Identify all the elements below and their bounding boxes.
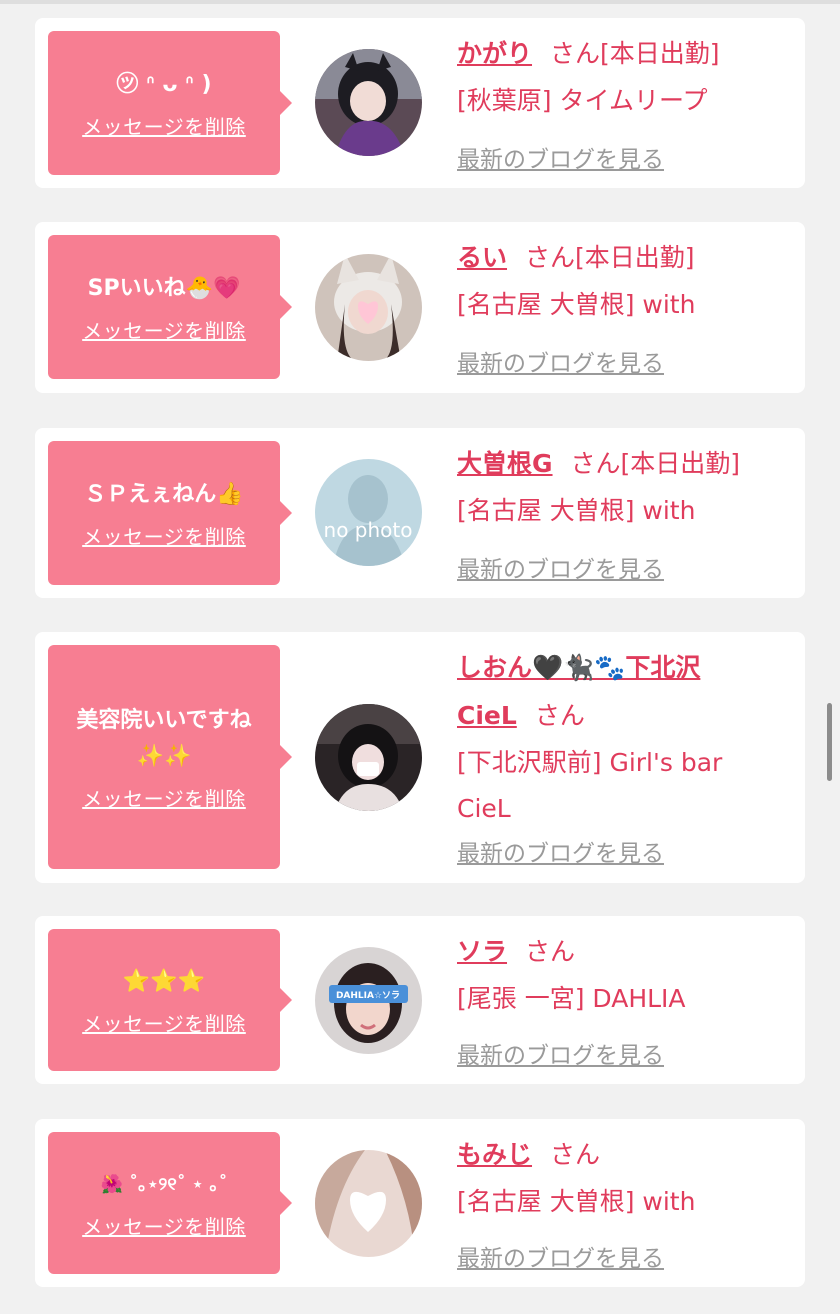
latest-blog-link[interactable]: 最新のブログを見る [457, 1036, 664, 1070]
favorite-card: ⭐⭐⭐ メッセージを削除 DAHLIA☆ソラ ソラ さん [尾張 一宮] DAHL… [35, 916, 805, 1084]
top-edge [0, 0, 840, 4]
shop-text: [名古屋 大曽根] with [457, 1187, 696, 1216]
girl-info: るい さん[本日出勤] [名古屋 大曽根] with [457, 234, 797, 328]
shop-text: [名古屋 大曽根] with [457, 496, 696, 525]
message-text: ㋡ ᐢ ᴗ ᐢ ) [116, 71, 212, 97]
status-text: [本日出勤] [600, 39, 720, 68]
favorite-card: 🌺 ˚｡⋆୨୧˚ ⋆ ｡˚ メッセージを削除 もみじ さん [名古屋 大曽根] w… [35, 1119, 805, 1287]
girl-info: かがり さん[本日出勤] [秋葉原] タイムリープ [457, 30, 797, 124]
favorite-card: ㋡ ᐢ ᴗ ᐢ ) メッセージを削除 かがり さん[本日出勤] [秋葉原] タイム… [35, 18, 805, 188]
delete-message-link[interactable]: メッセージを削除 [82, 315, 246, 344]
latest-blog-link[interactable]: 最新のブログを見る [457, 1239, 664, 1273]
message-text: SPいいね🐣💗 [87, 275, 241, 301]
honorific: さん [550, 39, 601, 68]
girl-name-link[interactable]: かがり [457, 39, 532, 68]
girl-name-link[interactable]: ソラ [457, 937, 507, 966]
girl-name-link[interactable]: るい [457, 243, 507, 272]
delete-message-link[interactable]: メッセージを削除 [82, 1008, 246, 1037]
message-text: 美容院いいですね✨✨ [76, 707, 252, 769]
delete-message-link[interactable]: メッセージを削除 [82, 521, 246, 550]
avatar[interactable] [315, 1150, 422, 1257]
avatar[interactable]: no photo [315, 459, 422, 566]
latest-blog-link[interactable]: 最新のブログを見る [457, 140, 664, 174]
girl-name-link[interactable]: 大曽根G [457, 449, 553, 478]
latest-blog-link[interactable]: 最新のブログを見る [457, 550, 664, 584]
shop-text: [下北沢駅前] Girl's bar CieL [457, 748, 723, 823]
message-bubble: ㋡ ᐢ ᴗ ᐢ ) メッセージを削除 [48, 31, 292, 175]
girl-info: しおん🖤🐈‍⬛🐾下北沢CieL さん [下北沢駅前] Girl's bar Cie… [457, 644, 757, 832]
delete-message-link[interactable]: メッセージを削除 [82, 111, 246, 140]
no-photo-text: no photo [324, 518, 413, 542]
honorific: さん [570, 449, 621, 478]
message-text: ⭐⭐⭐ [122, 968, 206, 994]
message-bubble: 美容院いいですね✨✨ メッセージを削除 [48, 645, 292, 869]
avatar[interactable]: DAHLIA☆ソラ [315, 947, 422, 1054]
message-bubble: ⭐⭐⭐ メッセージを削除 [48, 929, 292, 1071]
latest-blog-link[interactable]: 最新のブログを見る [457, 344, 664, 378]
honorific: さん [525, 937, 576, 966]
message-bubble: SPいいね🐣💗 メッセージを削除 [48, 235, 292, 379]
shop-text: [秋葉原] タイムリープ [457, 86, 708, 115]
delete-message-link[interactable]: メッセージを削除 [82, 1211, 246, 1240]
message-bubble: ＳＰえぇねん👍 メッセージを削除 [48, 441, 292, 585]
message-text: 🌺 ˚｡⋆୨୧˚ ⋆ ｡˚ [100, 1173, 228, 1195]
girl-info: 大曽根G さん[本日出勤] [名古屋 大曽根] with [457, 440, 797, 534]
avatar[interactable] [315, 254, 422, 361]
shop-text: [名古屋 大曽根] with [457, 290, 696, 319]
girl-name-link[interactable]: もみじ [457, 1140, 532, 1169]
status-text: [本日出勤] [575, 243, 695, 272]
scrollbar-thumb[interactable] [827, 703, 832, 781]
message-text: ＳＰえぇねん👍 [84, 481, 244, 507]
latest-blog-link[interactable]: 最新のブログを見る [457, 834, 664, 868]
girl-info: もみじ さん [名古屋 大曽根] with [457, 1131, 797, 1225]
avatar-badge-text: DAHLIA☆ソラ [336, 990, 400, 1001]
avatar[interactable] [315, 49, 422, 156]
avatar[interactable] [315, 704, 422, 811]
favorite-card: ＳＰえぇねん👍 メッセージを削除 no photo 大曽根G さん[本日出勤] [… [35, 428, 805, 598]
status-text: [本日出勤] [620, 449, 741, 478]
honorific: さん [550, 1140, 601, 1169]
shop-text: [尾張 一宮] DAHLIA [457, 984, 686, 1013]
girl-info: ソラ さん [尾張 一宮] DAHLIA [457, 928, 797, 1022]
honorific: さん [525, 243, 576, 272]
favorite-card: 美容院いいですね✨✨ メッセージを削除 しおん🖤🐈‍⬛🐾下北沢CieL さん [下… [35, 632, 805, 883]
honorific: さん [534, 701, 585, 730]
message-bubble: 🌺 ˚｡⋆୨୧˚ ⋆ ｡˚ メッセージを削除 [48, 1132, 292, 1274]
favorite-card: SPいいね🐣💗 メッセージを削除 るい さん[本日出勤] [名古屋 大曽根] wi… [35, 222, 805, 393]
delete-message-link[interactable]: メッセージを削除 [82, 783, 246, 812]
